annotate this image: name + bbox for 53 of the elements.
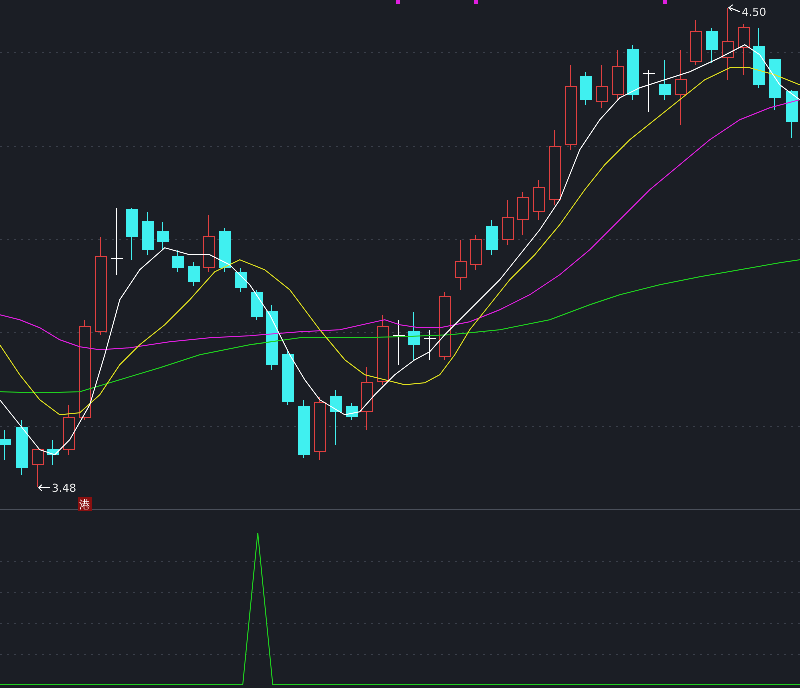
candlestick [298,400,310,458]
candlestick [266,304,278,370]
candlestick [330,390,342,446]
candlestick [346,402,358,420]
candlestick [32,450,44,488]
candlestick [235,268,247,292]
candlestick [126,208,138,260]
candlestick [580,72,592,106]
candlestick [47,440,59,466]
candlestick [502,200,514,246]
candlestick [219,228,231,272]
candlestick [486,220,498,256]
signal-marker [663,0,667,4]
candlestick [172,250,184,272]
candlestick [455,240,467,290]
candlestick [392,320,406,366]
candlestick [63,404,75,456]
candlestick [282,350,294,406]
candlestick [142,212,154,256]
candlestick [203,214,215,272]
low-price-label: 3.48 [52,482,76,495]
signal-marker [396,0,400,4]
candlestick [361,366,373,430]
candlestick [517,192,529,236]
candlestick [16,420,28,476]
candlestick [642,70,656,112]
candlestick [659,60,671,100]
candlestick [110,208,124,276]
candlestick [0,430,11,460]
candlestick [627,44,639,100]
candlestick [769,60,781,110]
candlestick [690,20,702,66]
candlestick [251,290,263,320]
candlestick [533,180,545,220]
candlestick [377,314,389,386]
candlestick [706,28,718,64]
candlestick [424,330,436,360]
pointer-arrow [38,484,50,492]
candlestick [738,24,750,76]
high-price-label: 4.50 [742,6,766,19]
candlestick [596,64,608,108]
candlestick [188,262,200,286]
candlestick [786,90,798,138]
candlestick [314,396,326,460]
candlestick [470,234,482,270]
candlestick [753,28,765,88]
market-badge: 港 [78,497,92,512]
candlestick [157,222,169,250]
signal-marker [474,0,478,4]
candlestick [408,312,420,360]
candlestick [612,50,624,100]
candlestick [439,292,451,360]
pointer-arrow [728,4,740,12]
